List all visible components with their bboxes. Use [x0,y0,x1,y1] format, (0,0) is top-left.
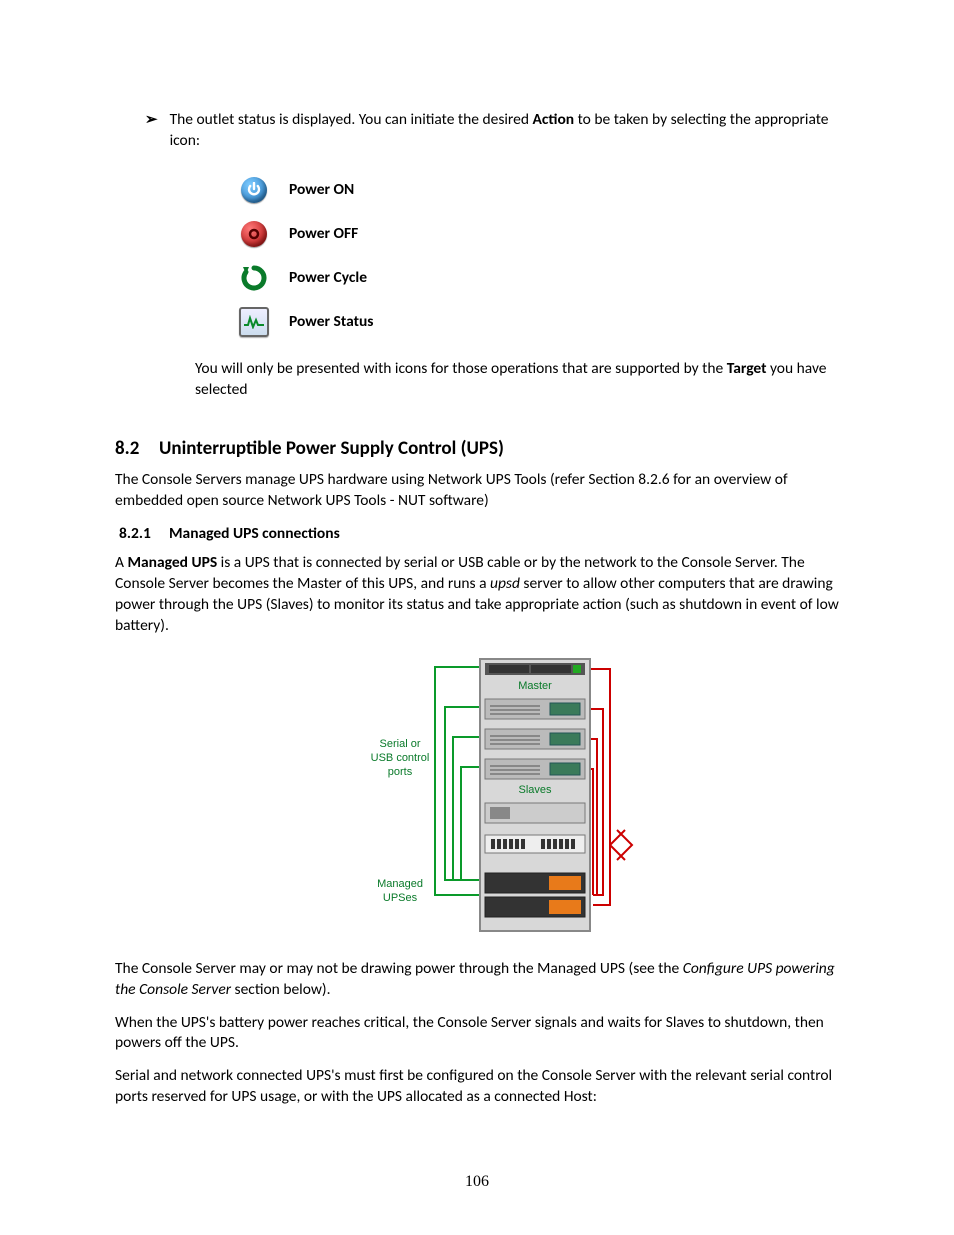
diagram-serial-label: Serial or [379,738,420,750]
bold-target: Target [727,359,767,378]
text: The Console Server may or may not be dra… [115,959,683,978]
icon-row-power-status: Power Status [219,300,854,344]
diagram-managed-label: Managed [377,878,423,890]
power-status-label: Power Status [289,312,373,331]
managed-ups-paragraph: A Managed UPS is a UPS that is connected… [115,553,854,637]
bold-managed-ups: Managed UPS [127,553,217,572]
diagram-ports-label: ports [387,766,412,778]
bold-action: Action [533,110,575,129]
icon-row-power-cycle: Power Cycle [219,256,854,300]
bullet-arrow-icon: ➢ [145,110,158,131]
power-off-label: Power OFF [289,224,358,243]
subsection-heading-8-2-1: 8.2.1 Managed UPS connections [119,524,854,543]
power-on-icon [241,177,267,203]
diagram-upses-label: UPSes [382,892,417,904]
icon-row-power-on: Power ON [219,168,854,212]
power-cycle-label: Power Cycle [289,268,367,287]
text: section below). [231,980,331,999]
page-number: 106 [0,1173,954,1191]
after-diagram-p2: When the UPS's battery power reaches cri… [115,1013,854,1055]
power-cycle-icon [240,264,268,292]
section-number: 8.2 [115,437,159,460]
diagram-usb-label: USB control [370,752,429,764]
text: The outlet status is displayed. You can … [170,110,533,129]
diagram-master-label: Master [518,680,552,692]
italic-upsd: upsd [490,574,520,593]
power-off-icon [241,221,267,247]
section-title: Uninterruptible Power Supply Control (UP… [159,437,504,460]
subsection-title: Managed UPS connections [169,524,340,543]
rack-diagram: Master Slaves [115,655,854,935]
after-diagram-p3: Serial and network connected UPS's must … [115,1066,854,1108]
diagram-slaves-label: Slaves [518,784,552,796]
bullet-text: The outlet status is displayed. You can … [170,110,854,152]
power-status-icon [239,307,269,337]
icon-row-power-off: Power OFF [219,212,854,256]
icon-legend-table: Power ON Power OFF [219,168,854,344]
section-intro-paragraph: The Console Servers manage UPS hardware … [115,470,854,512]
text: A [115,553,127,572]
followup-text: You will only be presented with icons fo… [195,359,854,401]
power-on-label: Power ON [289,180,354,199]
after-diagram-p1: The Console Server may or may not be dra… [115,959,854,1001]
subsection-number: 8.2.1 [119,524,169,543]
bullet-item: ➢ The outlet status is displayed. You ca… [145,110,854,401]
text: You will only be presented with icons fo… [195,359,727,378]
section-heading-8-2: 8.2 Uninterruptible Power Supply Control… [115,437,854,460]
